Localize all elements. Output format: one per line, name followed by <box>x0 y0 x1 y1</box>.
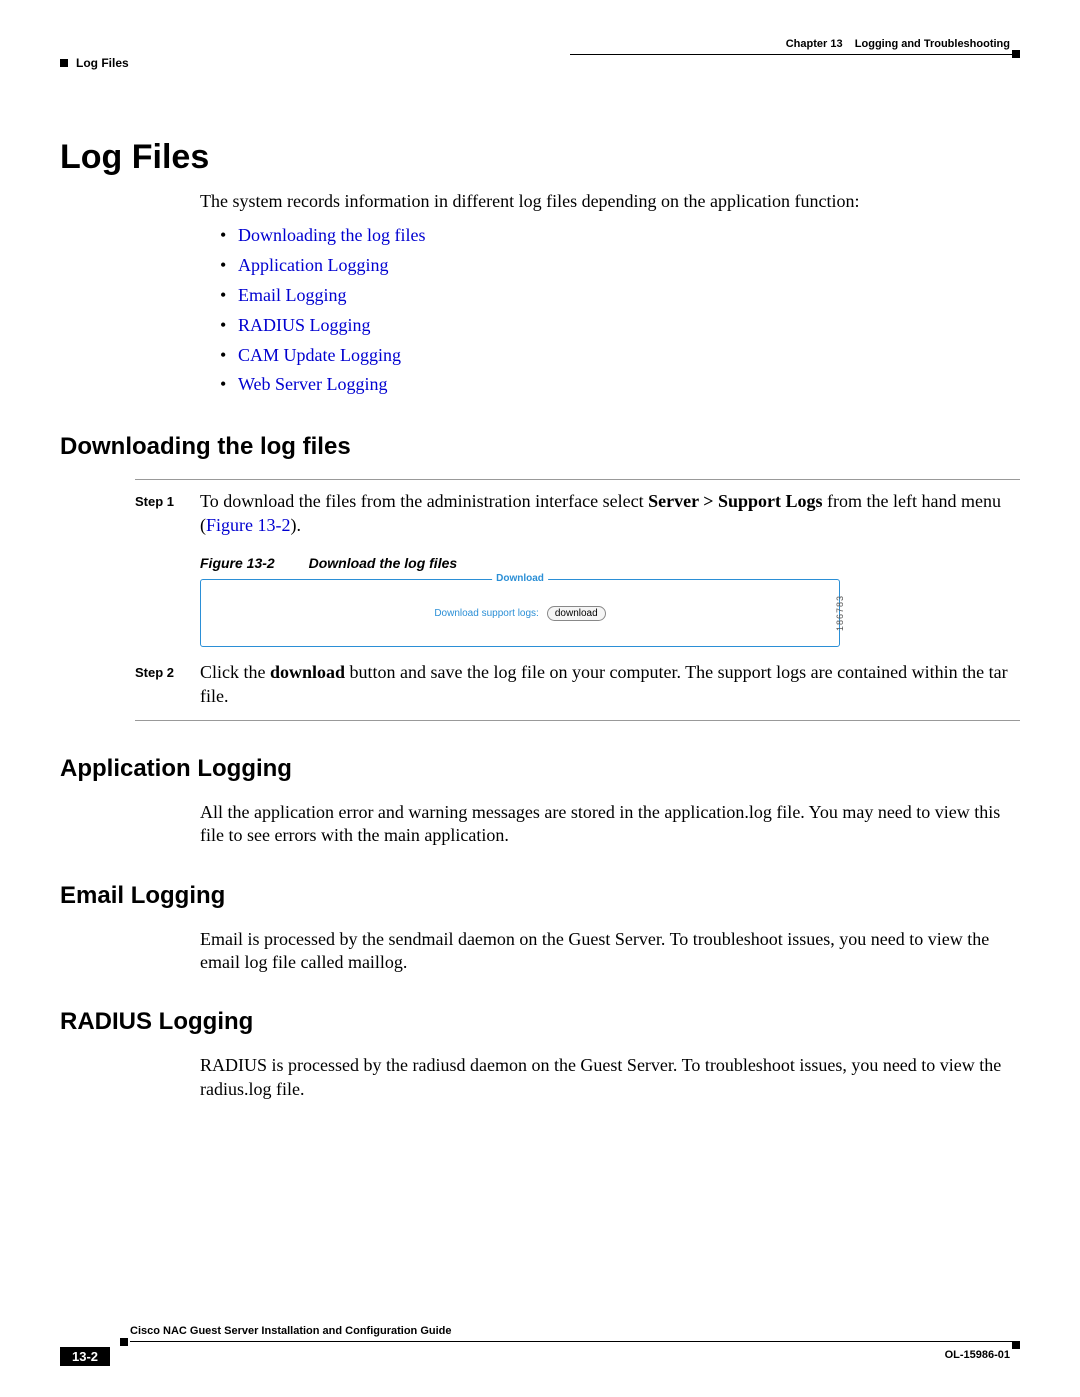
step-1-body: To download the files from the administr… <box>200 490 1020 537</box>
link-radius-logging[interactable]: RADIUS Logging <box>238 315 371 335</box>
page-footer: Cisco NAC Guest Server Installation and … <box>60 1325 1020 1367</box>
page-number-badge: 13-2 <box>60 1347 110 1366</box>
download-legend: Download <box>492 573 548 584</box>
page-title: Log Files <box>60 138 1020 177</box>
radius-body: RADIUS is processed by the radiusd daemo… <box>200 1054 1020 1101</box>
figure-number: Figure 13-2 <box>200 555 275 571</box>
step-1-bold: Server > Support Logs <box>648 491 822 511</box>
figure-title: Download the log files <box>309 555 458 571</box>
chapter-number: Chapter 13 <box>786 38 843 50</box>
figure-ref-13-2[interactable]: Figure 13-2 <box>206 515 291 535</box>
footer-rule <box>130 1341 1020 1342</box>
header-section: Log Files <box>60 56 129 70</box>
figure-caption: Figure 13-2 Download the log files <box>200 555 1020 571</box>
header-rule <box>570 54 1020 55</box>
step-2-body: Click the download button and save the l… <box>200 661 1020 708</box>
header-marker-right <box>1012 50 1020 58</box>
email-body: Email is processed by the sendmail daemo… <box>200 928 1020 975</box>
download-button[interactable]: download <box>547 606 606 621</box>
link-web-server-logging[interactable]: Web Server Logging <box>238 374 388 394</box>
step-rule-top <box>135 479 1020 480</box>
step-2-pre: Click the <box>200 662 270 682</box>
figure-13-2: Download Download support logs: download… <box>200 579 840 647</box>
header-marker-left <box>60 59 68 67</box>
link-application-logging[interactable]: Application Logging <box>238 255 388 275</box>
section-email-title: Email Logging <box>60 882 1020 910</box>
chapter-title: Logging and Troubleshooting <box>855 38 1010 50</box>
section-downloading-title: Downloading the log files <box>60 433 1020 461</box>
step-1-label: Step 1 <box>135 490 200 537</box>
section-application-title: Application Logging <box>60 755 1020 783</box>
page-header: Chapter 13 Logging and Troubleshooting L… <box>60 38 1020 70</box>
figure-id: 186783 <box>835 595 845 631</box>
step-1-post: ). <box>291 515 302 535</box>
intro-text: The system records information in differ… <box>200 191 1020 212</box>
section-name: Log Files <box>76 56 129 70</box>
toc-links: Downloading the log files Application Lo… <box>220 222 1020 399</box>
link-email-logging[interactable]: Email Logging <box>238 285 346 305</box>
footer-marker-left <box>120 1338 128 1346</box>
download-label: Download support logs: <box>434 608 539 619</box>
step-2-bold: download <box>270 662 345 682</box>
step-1-pre: To download the files from the administr… <box>200 491 648 511</box>
link-downloading[interactable]: Downloading the log files <box>238 225 425 245</box>
step-rule-bottom <box>135 720 1020 721</box>
step-2: Step 2 Click the download button and sav… <box>135 661 1020 708</box>
step-2-label: Step 2 <box>135 661 200 708</box>
step-1: Step 1 To download the files from the ad… <box>135 490 1020 537</box>
link-cam-update-logging[interactable]: CAM Update Logging <box>238 345 401 365</box>
application-body: All the application error and warning me… <box>200 801 1020 848</box>
header-chapter: Chapter 13 Logging and Troubleshooting <box>786 38 1020 50</box>
section-radius-title: RADIUS Logging <box>60 1008 1020 1036</box>
doc-code: OL-15986-01 <box>945 1349 1010 1361</box>
footer-guide-title: Cisco NAC Guest Server Installation and … <box>130 1325 452 1337</box>
footer-marker-right <box>1012 1341 1020 1349</box>
download-panel: Download Download support logs: download <box>200 579 840 647</box>
